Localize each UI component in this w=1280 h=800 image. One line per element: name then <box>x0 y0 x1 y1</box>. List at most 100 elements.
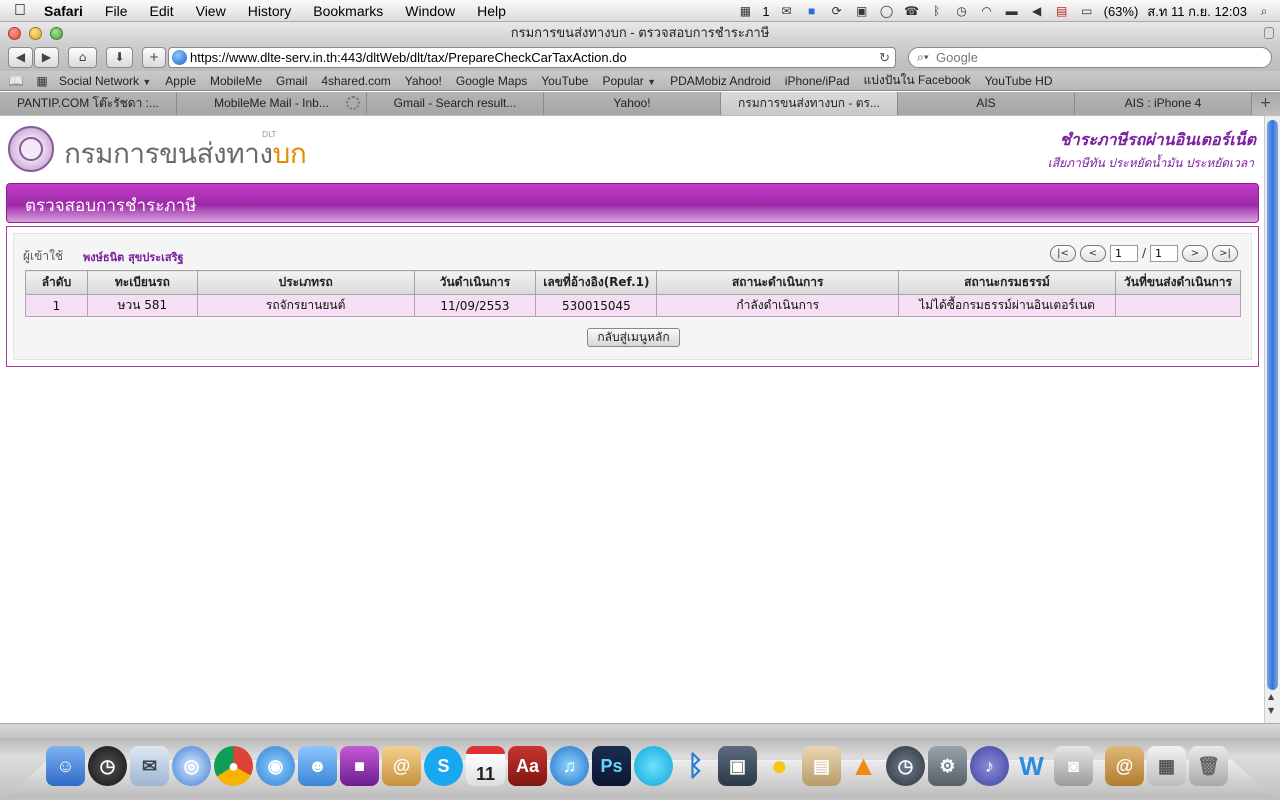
forward-button[interactable]: ▶ <box>34 47 59 68</box>
user-name: พงษ์ธนิต สุขประเสริฐ <box>83 251 184 264</box>
display-status-icon[interactable]: ▬ <box>1004 4 1020 18</box>
menu-edit[interactable]: Edit <box>138 3 184 19</box>
mail-icon[interactable]: ✉ <box>130 746 169 786</box>
photoshop-icon[interactable]: Ps <box>592 746 631 786</box>
adium-duck-icon[interactable]: ● <box>760 746 799 786</box>
bookmark-apple[interactable]: Apple <box>158 74 203 88</box>
bookmark-iphone-ipad[interactable]: iPhone/iPad <box>778 74 857 88</box>
back-to-main-menu-button[interactable]: กลับสู่เมนูหลัก <box>587 328 680 347</box>
menu-file[interactable]: File <box>94 3 139 19</box>
app-bubble-icon[interactable] <box>634 746 673 786</box>
menu-view[interactable]: View <box>185 3 237 19</box>
menu-window[interactable]: Window <box>394 3 466 19</box>
box-status-icon[interactable]: ▣ <box>854 4 870 18</box>
flag-us-icon[interactable]: ▤ <box>1054 4 1070 18</box>
battery-icon[interactable]: ▭ <box>1079 4 1095 18</box>
bookmark-popular[interactable]: Popular ▼ <box>595 74 663 88</box>
top-sites-grid-icon[interactable]: ▦ <box>32 74 52 88</box>
address-bar[interactable]: https://www.dlte-serv.in.th:443/dltWeb/d… <box>168 47 896 68</box>
bluetooth-status-icon[interactable]: ᛒ <box>929 4 945 18</box>
dropbox-status-icon[interactable]: ■ <box>804 4 820 18</box>
time-machine-icon[interactable]: ◷ <box>886 746 925 786</box>
scroll-up-arrow-icon[interactable]: ▲ <box>1268 692 1274 701</box>
wordpress-icon[interactable]: W <box>1012 746 1051 786</box>
clock[interactable]: ส.ท 11 ก.ย. 12:03 <box>1147 1 1247 22</box>
first-page-button[interactable]: |< <box>1049 244 1076 262</box>
bookmark-mobileme[interactable]: MobileMe <box>203 74 269 88</box>
menu-bookmarks[interactable]: Bookmarks <box>302 3 394 19</box>
documents-stack-icon[interactable]: @ <box>1105 746 1144 786</box>
dictionary-icon[interactable]: Aa <box>508 746 547 786</box>
safari-icon[interactable]: ◎ <box>172 746 211 786</box>
bookmark-4shared[interactable]: 4shared.com <box>314 74 397 88</box>
downloads-stack-icon[interactable]: ▦ <box>1147 746 1186 786</box>
menu-history[interactable]: History <box>237 3 303 19</box>
bookmark-social-network[interactable]: Social Network ▼ <box>52 74 158 88</box>
ichat-icon[interactable]: ◉ <box>256 746 295 786</box>
scroll-down-arrow-icon[interactable]: ▼ <box>1268 706 1274 715</box>
last-page-button[interactable]: >| <box>1212 244 1238 262</box>
finder-icon[interactable]: ☺ <box>46 746 85 786</box>
reload-icon[interactable]: ↻ <box>879 48 890 67</box>
wifi-status-icon[interactable]: ◠ <box>979 4 995 18</box>
bookmark-google-maps[interactable]: Google Maps <box>449 74 534 88</box>
chat-status-icon[interactable]: ◯ <box>879 4 895 18</box>
bookmark-youtube[interactable]: YouTube <box>534 74 595 88</box>
itunes-alt-icon[interactable]: ♪ <box>970 746 1009 786</box>
iphoto-icon[interactable]: ▣ <box>718 746 757 786</box>
calendar-status-icon[interactable]: ▦ <box>737 4 753 18</box>
dashboard-icon[interactable]: ◷ <box>88 746 127 786</box>
tab-gmail[interactable]: Gmail - Search result... <box>367 92 544 115</box>
bookmark-share-facebook[interactable]: แบ่งปันใน Facebook <box>857 71 978 90</box>
window-close-button[interactable] <box>8 27 21 40</box>
mail-status-icon[interactable]: ✉ <box>779 4 795 18</box>
bookmark-yahoo[interactable]: Yahoo! <box>398 74 449 88</box>
add-bookmark-button[interactable]: + <box>142 47 166 68</box>
volume-status-icon[interactable]: ◀ <box>1029 4 1045 18</box>
app-store-icon[interactable]: ■ <box>340 746 379 786</box>
downloads-button[interactable]: ⬇ <box>106 47 133 68</box>
reading-list-icon[interactable]: 📖 <box>6 74 26 88</box>
new-tab-button[interactable]: + <box>1252 92 1279 115</box>
bookmark-gmail[interactable]: Gmail <box>269 74 314 88</box>
tab-ais-iphone4[interactable]: AIS : iPhone 4 <box>1075 92 1252 115</box>
time-machine-status-icon[interactable]: ◷ <box>954 4 970 18</box>
scrollbar-thumb[interactable] <box>1267 120 1278 690</box>
toolbar-toggle-button[interactable] <box>1264 27 1274 39</box>
tab-pantip[interactable]: PANTIP.COM โต๊ะรัชดา :... <box>0 92 177 115</box>
window-minimize-button[interactable] <box>29 27 42 40</box>
tab-yahoo[interactable]: Yahoo! <box>544 92 721 115</box>
prev-page-button[interactable]: < <box>1079 244 1106 262</box>
sync-status-icon[interactable]: ⟳ <box>829 4 845 18</box>
preview-icon[interactable]: ▤ <box>802 746 841 786</box>
vlc-cone-icon[interactable]: ▲ <box>844 746 883 786</box>
back-button[interactable]: ◀ <box>8 47 33 68</box>
trash-icon[interactable]: 🗑 <box>1189 746 1228 786</box>
window-zoom-button[interactable] <box>50 27 63 40</box>
itunes-icon[interactable]: ♫ <box>550 746 589 786</box>
vertical-scrollbar[interactable]: ▲ ▼ <box>1264 116 1280 723</box>
service-title: ชำระภาษีรถผ่านอินเตอร์เน็ต <box>1059 132 1256 149</box>
chrome-icon[interactable]: ● <box>214 746 253 786</box>
phone-status-icon[interactable]: ☎ <box>904 4 920 18</box>
photo-booth-icon[interactable]: ◙ <box>1054 746 1093 786</box>
menu-help[interactable]: Help <box>466 3 517 19</box>
search-field[interactable]: ⌕▾ Google <box>908 47 1272 68</box>
home-button[interactable]: ⌂ <box>68 47 97 68</box>
apple-menu-icon[interactable]:  <box>0 2 40 20</box>
notes-icon[interactable]: @ <box>382 746 421 786</box>
bookmark-youtube-hd[interactable]: YouTube HD <box>978 74 1060 88</box>
spotlight-search-icon[interactable]: ⌕ <box>1256 4 1272 18</box>
menu-app-safari[interactable]: Safari <box>40 3 94 19</box>
current-page-input[interactable]: 1 <box>1109 244 1138 262</box>
bookmark-pdamobiz-android[interactable]: PDAMobiz Android <box>663 74 778 88</box>
next-page-button[interactable]: > <box>1182 244 1208 262</box>
tab-dlt-active[interactable]: กรมการขนส่งทางบก - ตร... <box>721 92 898 115</box>
bluetooth-app-icon[interactable]: ᛒ <box>676 746 715 786</box>
ical-icon[interactable]: 11 <box>466 746 505 786</box>
tab-ais[interactable]: AIS <box>898 92 1075 115</box>
address-book-people-icon[interactable]: ☻ <box>298 746 337 786</box>
system-preferences-icon[interactable]: ⚙ <box>928 746 967 786</box>
skype-icon[interactable]: S <box>424 746 463 786</box>
tab-mobileme-mail[interactable]: MobileMe Mail - Inb... <box>177 92 367 115</box>
